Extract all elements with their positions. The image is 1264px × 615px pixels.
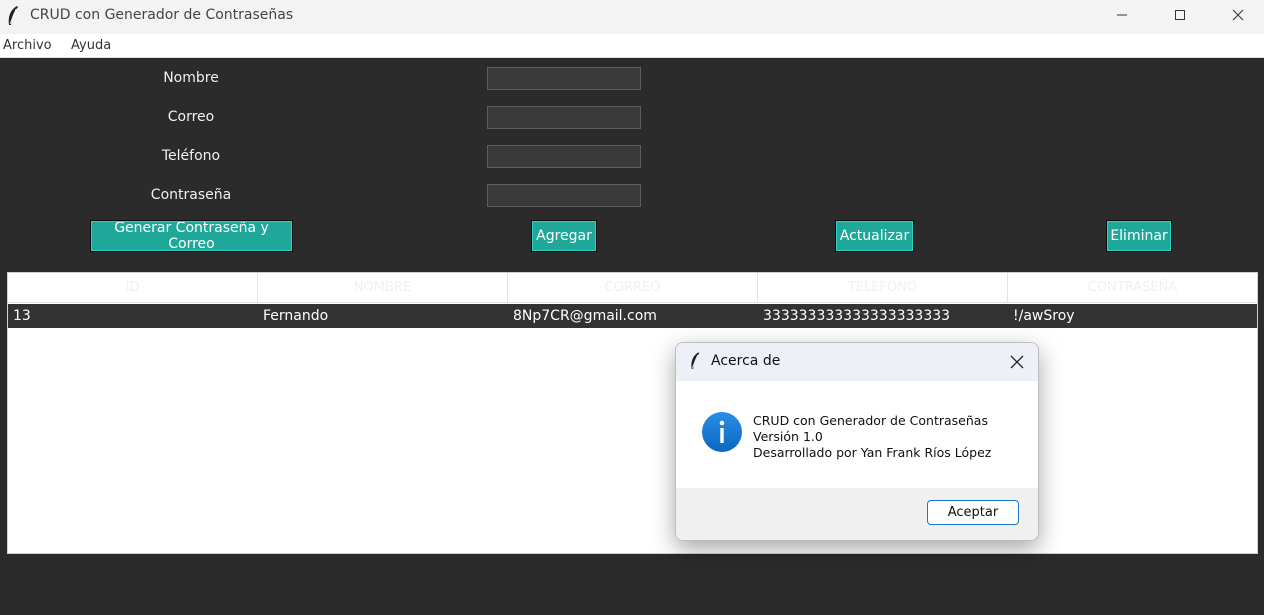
correo-input[interactable] <box>487 106 641 129</box>
column-header-contrasena[interactable]: CONTRASEÑA <box>1008 273 1257 303</box>
menu-archivo[interactable]: Archivo <box>3 38 52 53</box>
maximize-button[interactable] <box>1151 0 1209 30</box>
generate-password-email-button[interactable]: Generar Contraseña y Correo <box>90 220 293 252</box>
cell-id: 13 <box>13 308 31 324</box>
message-line-1: CRUD con Generador de Contraseñas <box>753 413 988 428</box>
table-row[interactable]: 13 Fernando 8Np7CR@gmail.com 33333333333… <box>8 304 1257 328</box>
column-header-id[interactable]: ID <box>8 273 258 303</box>
label-nombre: Nombre <box>163 70 219 86</box>
add-button[interactable]: Agregar <box>531 220 597 252</box>
records-table: ID NOMBRE CORREO TELEFONO CONTRASEÑA 13 … <box>7 272 1258 554</box>
column-header-telefono[interactable]: TELEFONO <box>758 273 1008 303</box>
column-header-correo[interactable]: CORREO <box>508 273 758 303</box>
column-header-nombre[interactable]: NOMBRE <box>258 273 508 303</box>
cell-contrasena: !/awSroy <box>1013 308 1075 324</box>
dialog-title: Acerca de <box>711 353 781 369</box>
dialog-body: CRUD con Generador de Contraseñas Versió… <box>676 381 1038 488</box>
minimize-button[interactable] <box>1093 0 1151 30</box>
close-window-button[interactable] <box>1209 0 1264 30</box>
delete-button[interactable]: Eliminar <box>1106 220 1172 252</box>
message-line-3: Desarrollado por Yan Frank Ríos López <box>753 445 992 460</box>
maximize-icon <box>1175 10 1185 20</box>
contrasena-input[interactable] <box>487 184 641 207</box>
label-contrasena: Contraseña <box>150 187 232 203</box>
menu-ayuda[interactable]: Ayuda <box>71 38 111 53</box>
feather-icon <box>691 352 700 369</box>
message-line-2: Versión 1.0 <box>753 429 823 444</box>
window-title: CRUD con Generador de Contraseñas <box>30 7 294 23</box>
close-icon[interactable] <box>1006 351 1028 373</box>
label-telefono: Teléfono <box>161 148 221 164</box>
minimize-icon <box>1117 14 1127 16</box>
menu-bar: Archivo Ayuda <box>0 34 1264 58</box>
table-header: ID NOMBRE CORREO TELEFONO CONTRASEÑA <box>8 273 1257 303</box>
nombre-input[interactable] <box>487 67 641 90</box>
dialog-title-bar: Acerca de <box>676 343 1038 381</box>
about-dialog: Acerca de CRUD con Generador de Contrase… <box>675 342 1039 541</box>
update-button[interactable]: Actualizar <box>835 220 914 252</box>
cell-correo: 8Np7CR@gmail.com <box>513 308 657 324</box>
label-correo: Correo <box>167 109 215 125</box>
ok-button[interactable]: Aceptar <box>927 500 1019 525</box>
telefono-input[interactable] <box>487 145 641 168</box>
dialog-footer: Aceptar <box>676 488 1038 540</box>
info-icon <box>702 412 742 452</box>
feather-icon <box>8 6 18 25</box>
cell-nombre: Fernando <box>263 308 329 324</box>
close-icon <box>1232 9 1244 21</box>
title-bar: CRUD con Generador de Contraseñas <box>0 0 1264 34</box>
cell-telefono: 333333333333333333333 <box>763 308 951 324</box>
